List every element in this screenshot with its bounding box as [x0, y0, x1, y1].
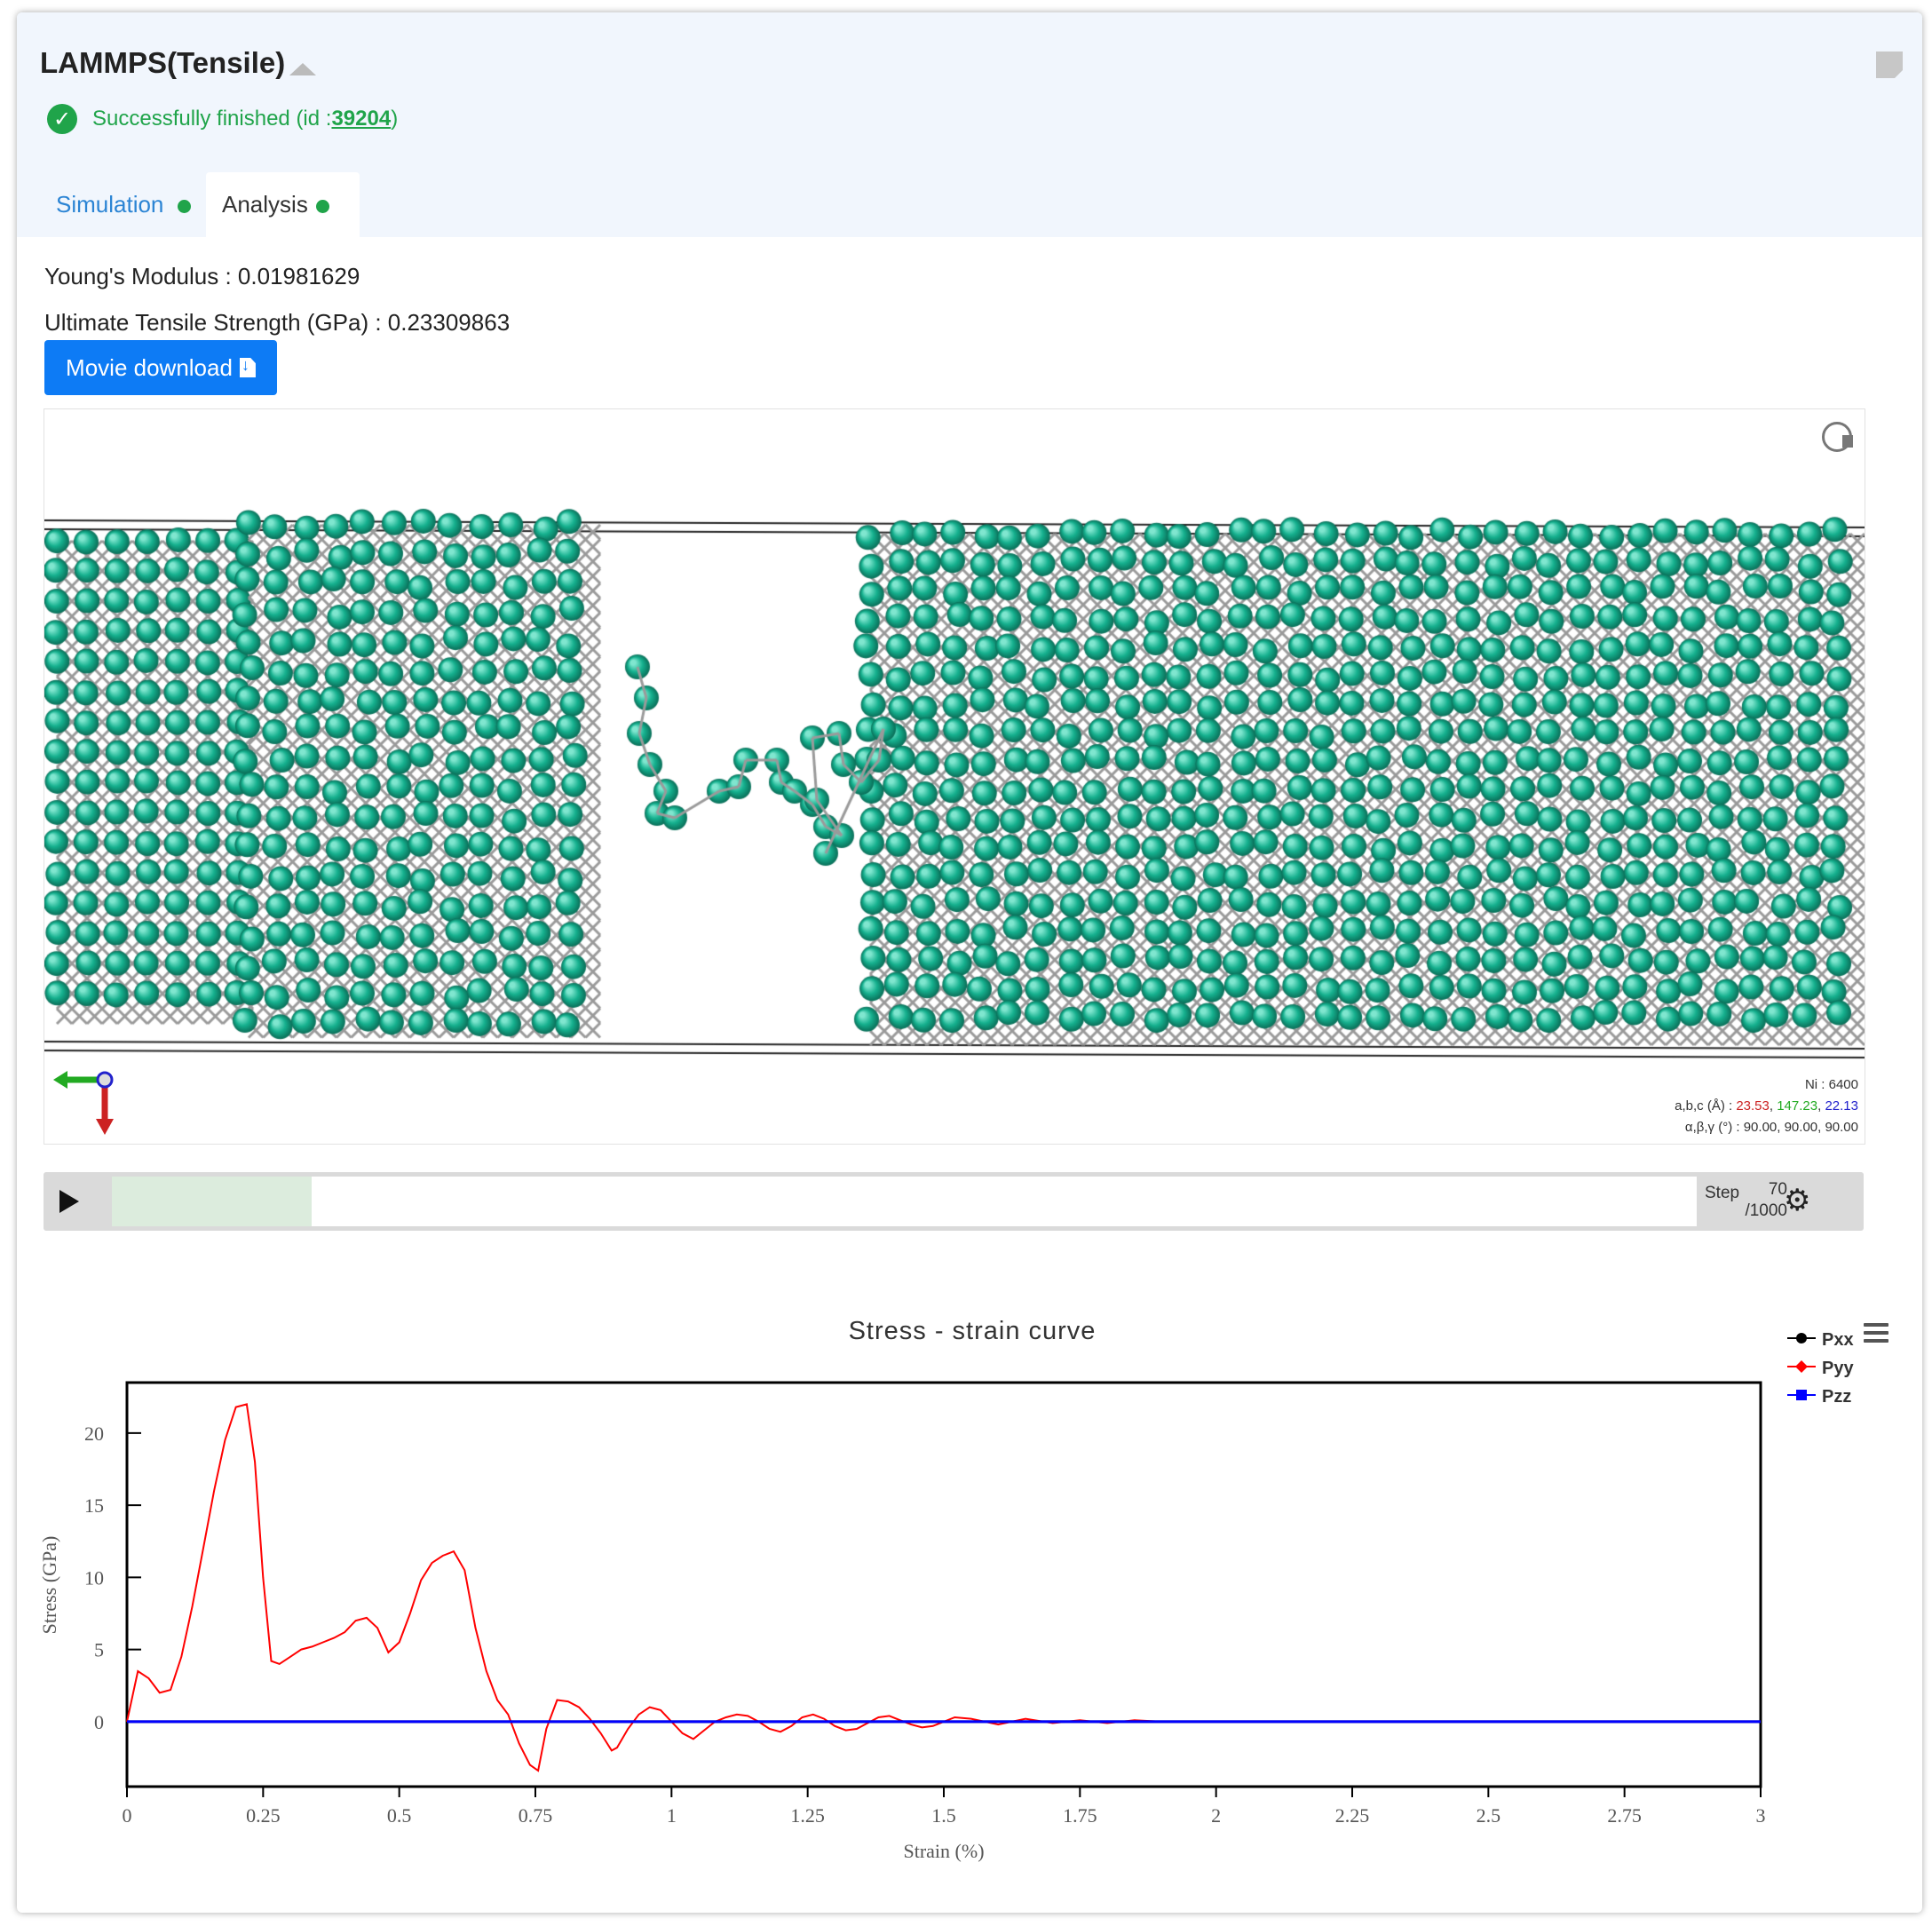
- x-tick-label: 2.5: [1477, 1804, 1501, 1827]
- y-tick-label: 20: [84, 1423, 104, 1445]
- plot-frame: [125, 1381, 1762, 1788]
- x-tick-label: 0.5: [387, 1804, 412, 1827]
- x-tick-label: 2.75: [1607, 1804, 1642, 1827]
- chart-title: Stress - strain curve: [849, 1317, 1097, 1345]
- y-tick-label: 10: [84, 1566, 104, 1589]
- x-axis-label: Strain (%): [903, 1840, 984, 1862]
- x-tick-label: 2: [1211, 1804, 1221, 1827]
- legend-label: Pyy: [1822, 1359, 1854, 1378]
- stress-strain-chart: Stress - strain curve Strain (%) Stress (G…: [38, 1317, 1854, 1862]
- legend-marker: [1796, 1333, 1807, 1343]
- y-axis-label: Stress (GPa): [38, 1536, 60, 1635]
- legend-label: Pzz: [1822, 1387, 1851, 1407]
- y-tick-label: 15: [84, 1494, 104, 1517]
- x-tick-label: 0: [123, 1804, 132, 1827]
- x-tick-label: 0.25: [246, 1804, 281, 1827]
- legend-label: Pxx: [1822, 1330, 1854, 1350]
- legend-marker: [1795, 1360, 1808, 1373]
- x-tick-label: 1: [667, 1804, 677, 1827]
- x-tick-label: 2.25: [1335, 1804, 1370, 1827]
- x-tick-label: 1.75: [1063, 1804, 1097, 1827]
- x-tick-label: 3: [1756, 1804, 1766, 1827]
- y-tick-label: 5: [94, 1639, 104, 1661]
- x-tick-label: 0.75: [519, 1804, 553, 1827]
- y-tick-label: 0: [94, 1711, 104, 1733]
- legend-marker: [1796, 1390, 1807, 1400]
- x-tick-label: 1.25: [790, 1804, 825, 1827]
- x-tick-label: 1.5: [931, 1804, 956, 1827]
